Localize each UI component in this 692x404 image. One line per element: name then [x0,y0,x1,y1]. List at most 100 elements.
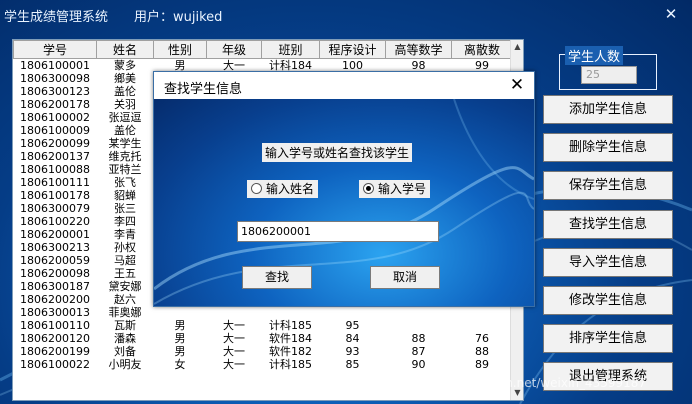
sort-student-button[interactable]: 排序学生信息 [543,324,673,353]
table-cell: 99 [475,59,489,72]
search-prompt-label: 输入学号或姓名查找该学生 [262,143,413,162]
table-cell: 貂蝉 [114,189,136,202]
table-cell: 大一 [223,332,245,345]
table-cell: 马超 [114,254,136,267]
find-student-button[interactable]: 查找学生信息 [543,210,673,239]
table-cell: 孙权 [114,241,136,254]
table-cell: 85 [345,358,360,371]
radio-name-label: 输入姓名 [266,182,315,196]
table-row[interactable]: 1806200199 刘备 男 大一 软件182 93 87 88 [14,345,513,358]
table-row[interactable]: 1806100110 瓦斯 男 大一 计科185 95 [14,319,513,332]
table-cell: 1806100002 [20,111,90,124]
table-cell: 95 [345,319,360,332]
table-cell: 1806300098 [20,72,90,85]
column-header[interactable]: 班别 [261,40,320,59]
import-student-button[interactable]: 导入学生信息 [543,248,673,277]
table-cell: 1806100111 [20,176,90,189]
table-cell: 软件182 [269,345,312,358]
student-count-label: 学生人数 [565,46,624,65]
table-cell: 1806200178 [20,98,90,111]
table-row[interactable]: 1806100001 蒙多 男 大一 计科184 100 98 99 [14,59,513,73]
table-cell: 张逗逗 [108,111,142,124]
scroll-up-icon[interactable]: ▲ [511,40,523,54]
window-close-icon[interactable]: ✕ [660,4,682,24]
column-header[interactable]: 学号 [13,40,97,59]
column-header[interactable]: 高等数学 [385,40,452,59]
table-cell: 98 [411,59,426,72]
column-header[interactable]: 性别 [153,40,207,59]
table-cell: 计科185 [269,319,312,332]
table-cell: 瓦斯 [114,319,136,332]
table-cell: 84 [345,332,360,345]
dialog-title: 查找学生信息 [164,82,243,97]
table-cell: 大一 [223,345,245,358]
table-cell [320,306,386,319]
table-cell: 李青 [114,228,136,241]
table-cell [452,319,513,332]
user-label: 用户：wujiked [134,10,223,25]
cancel-button[interactable]: 取消 [370,266,440,289]
dialog-close-icon[interactable]: ✕ [506,75,528,95]
table-cell: 王五 [114,267,136,280]
table-cell: 关羽 [114,98,136,111]
table-cell: 大一 [223,319,245,332]
table-row[interactable]: 1806200120 潘森 男 大一 软件184 84 88 76 [14,332,513,345]
table-cell: 黛安娜 [108,280,142,293]
table-cell: 菲奥娜 [108,306,142,319]
table-cell: 1806300213 [20,241,90,254]
table-cell: 1806200120 [20,332,90,345]
search-input[interactable]: 1806200001 [237,221,439,242]
table-cell: 男 [174,59,186,72]
table-cell: 张飞 [114,176,136,189]
table-cell: 1806100009 [20,124,90,137]
table-cell: 76 [475,332,489,345]
delete-student-button[interactable]: 删除学生信息 [543,133,673,162]
radio-checked-icon[interactable] [363,183,374,194]
table-cell: 1806100110 [20,319,90,332]
dialog-body: 输入学号或姓名查找该学生 输入姓名 输入学号 1806200001 查找 取消 [154,99,534,306]
table-cell: 1806100001 [20,59,90,72]
table-cell: 1806200200 [20,293,90,306]
add-student-button[interactable]: 添加学生信息 [543,95,673,124]
table-cell: 1806200098 [20,267,90,280]
table-cell: 1806200099 [20,137,90,150]
table-cell [386,319,452,332]
column-header[interactable]: 姓名 [96,40,154,59]
table-row[interactable]: 1806300013 菲奥娜 [14,306,513,319]
search-by-id-radio[interactable]: 输入学号 [359,180,431,198]
table-cell: 某学生 [108,137,142,150]
table-cell: 1806100022 [20,358,90,371]
table-cell: 鄉美 [114,72,136,85]
table-cell: 1806300187 [20,280,90,293]
save-student-button[interactable]: 保存学生信息 [543,171,673,200]
table-cell: 亚特兰 [108,163,142,176]
table-cell: 1806300079 [20,202,90,215]
table-cell: 88 [411,332,426,345]
table-cell: 女 [174,358,186,371]
table-cell: 小明友 [108,358,142,371]
table-cell: 潘森 [114,332,136,345]
dialog-title-bar: 查找学生信息 ✕ [154,72,534,99]
column-header[interactable]: 程序设计 [319,40,386,59]
table-cell: 100 [342,59,363,72]
table-cell: 计科185 [269,358,312,371]
table-cell: 大一 [223,59,245,72]
column-header[interactable]: 年级 [206,40,262,59]
table-cell: 男 [174,319,186,332]
student-count-field: 25 [581,66,637,84]
column-header[interactable]: 离散数 [451,40,513,59]
search-by-name-radio[interactable]: 输入姓名 [247,180,319,198]
modify-student-button[interactable]: 修改学生信息 [543,286,673,315]
radio-unchecked-icon[interactable] [251,183,262,194]
table-header-row: 学号 姓名 性别 年级 班别 程序设计 高等数学 离散数 [13,40,513,59]
app-title: 学生成绩管理系统 [4,10,109,25]
table-cell: 1806200059 [20,254,90,267]
table-row[interactable]: 1806100022 小明友 女 大一 计科185 85 90 89 [14,358,513,371]
find-button[interactable]: 查找 [242,266,312,289]
table-cell: 张三 [114,202,136,215]
table-cell: 1806100220 [20,215,90,228]
table-cell: 88 [475,345,489,358]
table-cell: 盖伦 [114,85,136,98]
table-cell: 赵六 [114,293,136,306]
table-cell: 1806100088 [20,163,90,176]
